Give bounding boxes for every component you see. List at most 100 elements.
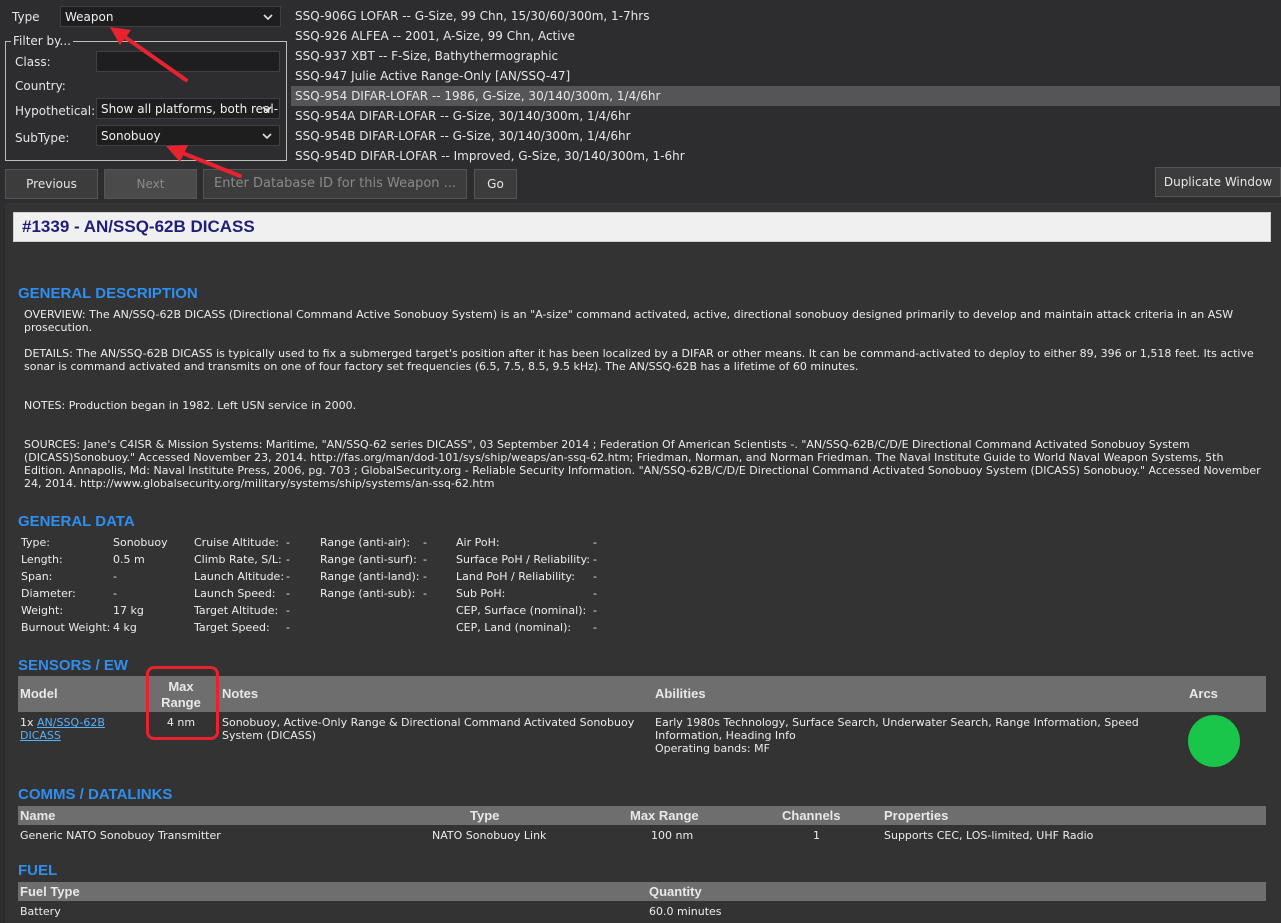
- general-data-value: -: [286, 536, 290, 549]
- list-item[interactable]: SSQ-947 Julie Active Range-Only [AN/SSQ-…: [291, 66, 1280, 86]
- class-field[interactable]: [96, 51, 280, 72]
- sensor-model-link[interactable]: AN/SSQ-62B: [37, 716, 105, 729]
- general-data-value: -: [593, 536, 597, 549]
- hypothetical-dropdown[interactable]: Show all platforms, both real-l: [96, 98, 280, 119]
- subtype-dropdown[interactable]: Sonobuoy: [96, 125, 280, 146]
- next-button[interactable]: Next: [104, 169, 197, 199]
- general-data-value: -: [286, 604, 290, 617]
- general-data-value: 0.5 m: [113, 553, 145, 566]
- general-data-label: Target Altitude:: [194, 604, 279, 617]
- sensors-col-notes: Notes: [222, 686, 259, 701]
- type-dropdown[interactable]: Weapon: [60, 6, 281, 27]
- hypothetical-label: Hypothetical:: [15, 104, 96, 118]
- general-data-value: -: [423, 553, 427, 566]
- general-data-label: CEP, Surface (nominal):: [456, 604, 587, 617]
- general-data-label: Range (anti-sub):: [320, 587, 416, 600]
- comms-col-max-range: Max Range: [630, 808, 699, 823]
- general-data-label: Weight:: [21, 604, 64, 617]
- list-item[interactable]: SSQ-954 DIFAR-LOFAR -- 1986, G-Size, 30/…: [291, 86, 1280, 106]
- general-data-value: -: [593, 604, 597, 617]
- sensor-notes: Sonobuoy, Active-Only Range & Directiona…: [222, 716, 635, 742]
- notes-text: NOTES: Production began in 1982. Left US…: [24, 399, 357, 412]
- country-label: Country:: [15, 79, 66, 93]
- sensor-arc-indicator[interactable]: [1188, 715, 1240, 767]
- general-data-value: -: [113, 587, 117, 600]
- general-data-label: Range (anti-land):: [320, 570, 420, 583]
- type-label: Type: [12, 10, 40, 24]
- sensor-abilities-list: Early 1980s Technology, Surface Search, …: [655, 716, 1139, 742]
- comms-type: NATO Sonobuoy Link: [432, 829, 547, 842]
- general-description-heading: GENERAL DESCRIPTION: [18, 285, 198, 302]
- general-data-label: Type:: [21, 536, 50, 549]
- general-data-value: Sonobuoy: [113, 536, 168, 549]
- list-item[interactable]: SSQ-906G LOFAR -- G-Size, 99 Chn, 15/30/…: [291, 6, 1280, 26]
- list-item[interactable]: SSQ-954A DIFAR-LOFAR -- G-Size, 30/140/3…: [291, 106, 1280, 126]
- chevron-down-icon: [263, 14, 273, 21]
- general-data-label: CEP, Land (nominal):: [456, 621, 572, 634]
- general-data-label: Sub PoH:: [456, 587, 506, 600]
- general-data-value: -: [593, 553, 597, 566]
- general-data-value: -: [593, 570, 597, 583]
- sensor-abilities: Early 1980s Technology, Surface Search, …: [655, 716, 1155, 755]
- general-data-value: -: [113, 570, 117, 583]
- comms-max-range: 100 nm: [651, 829, 694, 842]
- general-data-value: -: [286, 621, 290, 634]
- comms-col-properties: Properties: [884, 808, 949, 823]
- class-label: Class:: [15, 55, 51, 69]
- sensors-col-abilities: Abilities: [655, 686, 706, 701]
- general-data-value: -: [423, 570, 427, 583]
- go-button[interactable]: Go: [474, 169, 517, 199]
- general-data-value: -: [593, 587, 597, 600]
- sensors-col-arcs: Arcs: [1189, 686, 1218, 701]
- general-data-label: Range (anti-surf):: [320, 553, 417, 566]
- list-item[interactable]: SSQ-926 ALFEA -- 2001, A-Size, 99 Chn, A…: [291, 26, 1280, 46]
- previous-button[interactable]: Previous: [5, 169, 98, 199]
- filter-group-title: Filter by...: [11, 34, 73, 48]
- fuel-quantity: 60.0 minutes: [649, 905, 722, 918]
- fuel-table-header: [18, 882, 1266, 901]
- list-item[interactable]: SSQ-954B DIFAR-LOFAR -- G-Size, 30/140/3…: [291, 126, 1280, 146]
- general-data-label: Cruise Altitude:: [194, 536, 279, 549]
- comms-col-type: Type: [470, 808, 500, 823]
- general-data-value: -: [286, 587, 290, 600]
- general-data-label: Length:: [21, 553, 63, 566]
- general-data-label: Launch Speed:: [194, 587, 276, 600]
- sensor-model-cell: 1x AN/SSQ-62B DICASS: [20, 716, 145, 742]
- fuel-heading: FUEL: [18, 862, 58, 879]
- general-data-value: -: [423, 587, 427, 600]
- comms-col-name: Name: [20, 808, 56, 823]
- database-id-input[interactable]: Enter Database ID for this Weapon ...: [203, 169, 467, 199]
- general-data-value: 17 kg: [113, 604, 144, 617]
- general-data-value: 4 kg: [113, 621, 137, 634]
- general-data-label: Land PoH / Reliability:: [456, 570, 575, 583]
- record-title: #1339 - AN/SSQ-62B DICASS: [13, 212, 1271, 242]
- general-data-label: Launch Altitude:: [194, 570, 285, 583]
- general-data-label: Surface PoH / Reliability:: [456, 553, 590, 566]
- comms-col-channels: Channels: [782, 808, 841, 823]
- sensor-operating-bands: Operating bands: MF: [655, 742, 770, 755]
- general-data-value: -: [286, 553, 290, 566]
- sensor-model-link-line2[interactable]: DICASS: [20, 729, 61, 742]
- comms-channels: 1: [813, 829, 820, 842]
- hypothetical-dropdown-value: Show all platforms, both real-l: [101, 102, 280, 116]
- general-data-label: Target Speed:: [194, 621, 270, 634]
- fuel-col-quantity: Quantity: [649, 884, 702, 899]
- general-data-label: Span:: [21, 570, 53, 583]
- general-data-label: Range (anti-air):: [320, 536, 411, 549]
- general-data-value: -: [593, 621, 597, 634]
- subtype-label: SubType:: [15, 131, 70, 145]
- comms-properties: Supports CEC, LOS-limited, UHF Radio: [884, 829, 1094, 842]
- sensors-col-model: Model: [20, 686, 58, 701]
- weapon-list[interactable]: SSQ-906G LOFAR -- G-Size, 99 Chn, 15/30/…: [291, 6, 1281, 166]
- duplicate-window-button[interactable]: Duplicate Window: [1155, 167, 1281, 197]
- general-data-label: Air PoH:: [456, 536, 500, 549]
- subtype-dropdown-value: Sonobuoy: [101, 129, 161, 143]
- details-text: DETAILS: The AN/SSQ-62B DICASS is typica…: [24, 347, 1254, 373]
- list-item[interactable]: SSQ-954D DIFAR-LOFAR -- Improved, G-Size…: [291, 146, 1280, 166]
- list-item[interactable]: SSQ-937 XBT -- F-Size, Bathythermographi…: [291, 46, 1280, 66]
- type-dropdown-value: Weapon: [65, 10, 114, 24]
- general-data-value: -: [286, 570, 290, 583]
- overview-text: OVERVIEW: The AN/SSQ-62B DICASS (Directi…: [24, 308, 1234, 334]
- general-data-label: Burnout Weight:: [21, 621, 111, 634]
- chevron-down-icon: [262, 106, 272, 113]
